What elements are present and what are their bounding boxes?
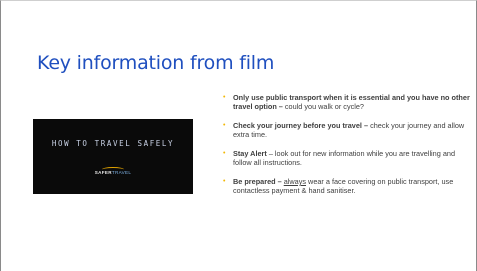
bullet-bold-text: Be prepared – — [233, 177, 282, 186]
bullet-underline-text: always — [283, 177, 307, 186]
list-item: • Only use public transport when it is e… — [223, 93, 473, 111]
safer-travel-logo: SAFERTRAVEL — [33, 170, 193, 175]
bullet-text: could you walk or cycle? — [282, 102, 364, 111]
bullet-dot-icon: • — [223, 178, 226, 185]
list-item: • Be prepared – always wear a face cover… — [223, 177, 473, 195]
video-thumbnail[interactable]: HOW TO TRAVEL SAFELY SAFERTRAVEL — [33, 119, 193, 194]
list-item: • Stay Alert – look out for new informat… — [223, 149, 473, 167]
bullet-dot-icon: • — [223, 122, 226, 129]
bullet-bold-text: Stay Alert — [233, 149, 267, 158]
slide-title: Key information from film — [37, 52, 275, 74]
bullet-bold-text: Check your journey before you travel – — [233, 121, 369, 130]
logo-part-2: TRAVEL — [111, 170, 132, 175]
bullet-dot-icon: • — [223, 94, 226, 101]
logo-part-1: SAFER — [94, 170, 112, 175]
slide: Key information from film HOW TO TRAVEL … — [0, 0, 477, 271]
bullet-text: – look out for new information while you… — [233, 149, 455, 167]
list-item: • Check your journey before you travel –… — [223, 121, 473, 139]
bullet-dot-icon: • — [223, 150, 226, 157]
video-title-text: HOW TO TRAVEL SAFELY — [51, 139, 175, 148]
key-info-list: • Only use public transport when it is e… — [223, 93, 473, 205]
